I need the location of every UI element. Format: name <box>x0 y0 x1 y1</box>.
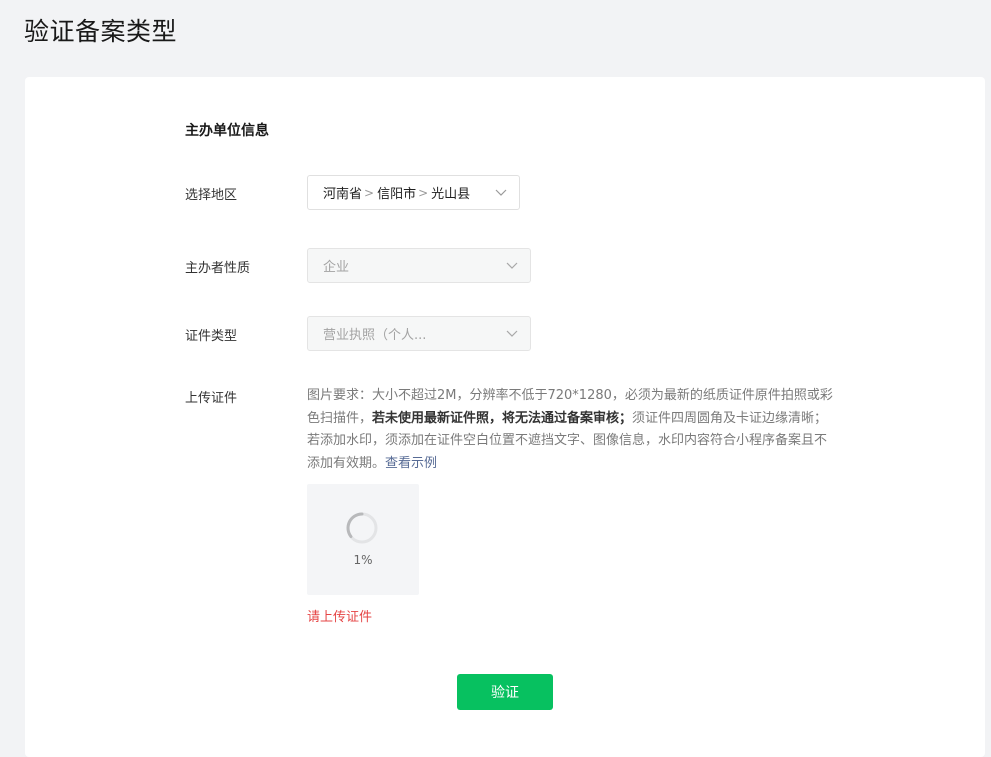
nature-value: 企业 <box>323 260 350 275</box>
region-label: 选择地区 <box>185 188 238 203</box>
region-city: 信阳市 <box>377 187 417 202</box>
nature-select[interactable]: 企业 <box>307 248 531 283</box>
view-example-link[interactable]: 查看示例 <box>385 456 437 471</box>
upload-label: 上传证件 <box>185 391 238 406</box>
upload-progress: 1% <box>353 553 373 567</box>
section-title: 主办单位信息 <box>185 123 269 139</box>
spinner-icon <box>346 512 378 544</box>
region-select[interactable]: 河南省 > 信阳市 > 光山县 <box>307 175 520 210</box>
upload-box[interactable]: 1% <box>307 484 419 595</box>
cert-type-select[interactable]: 营业执照（个人... <box>307 316 531 351</box>
form-card: 主办单位信息 选择地区 河南省 > 信阳市 > 光山县 主办者性质 企业 证件类… <box>25 77 985 757</box>
chevron-down-icon <box>506 262 518 269</box>
region-separator: > <box>418 185 429 200</box>
verify-button[interactable]: 验证 <box>457 674 553 710</box>
cert-type-value: 营业执照（个人... <box>323 328 427 343</box>
region-province: 河南省 <box>323 187 363 202</box>
chevron-down-icon <box>495 189 507 196</box>
cert-type-label: 证件类型 <box>185 329 238 344</box>
chevron-down-icon <box>506 330 518 337</box>
page-title: 验证备案类型 <box>24 17 178 46</box>
region-county: 光山县 <box>431 187 471 202</box>
region-separator: > <box>364 185 375 200</box>
upload-error-message: 请上传证件 <box>307 610 373 625</box>
upload-requirements: 图片要求：大小不超过2M，分辨率不低于720*1280，必须为最新的纸质证件原件… <box>307 385 837 475</box>
nature-label: 主办者性质 <box>185 261 251 276</box>
upload-desc-warning: 若未使用最新证件照，将无法通过备案审核； <box>372 410 633 426</box>
